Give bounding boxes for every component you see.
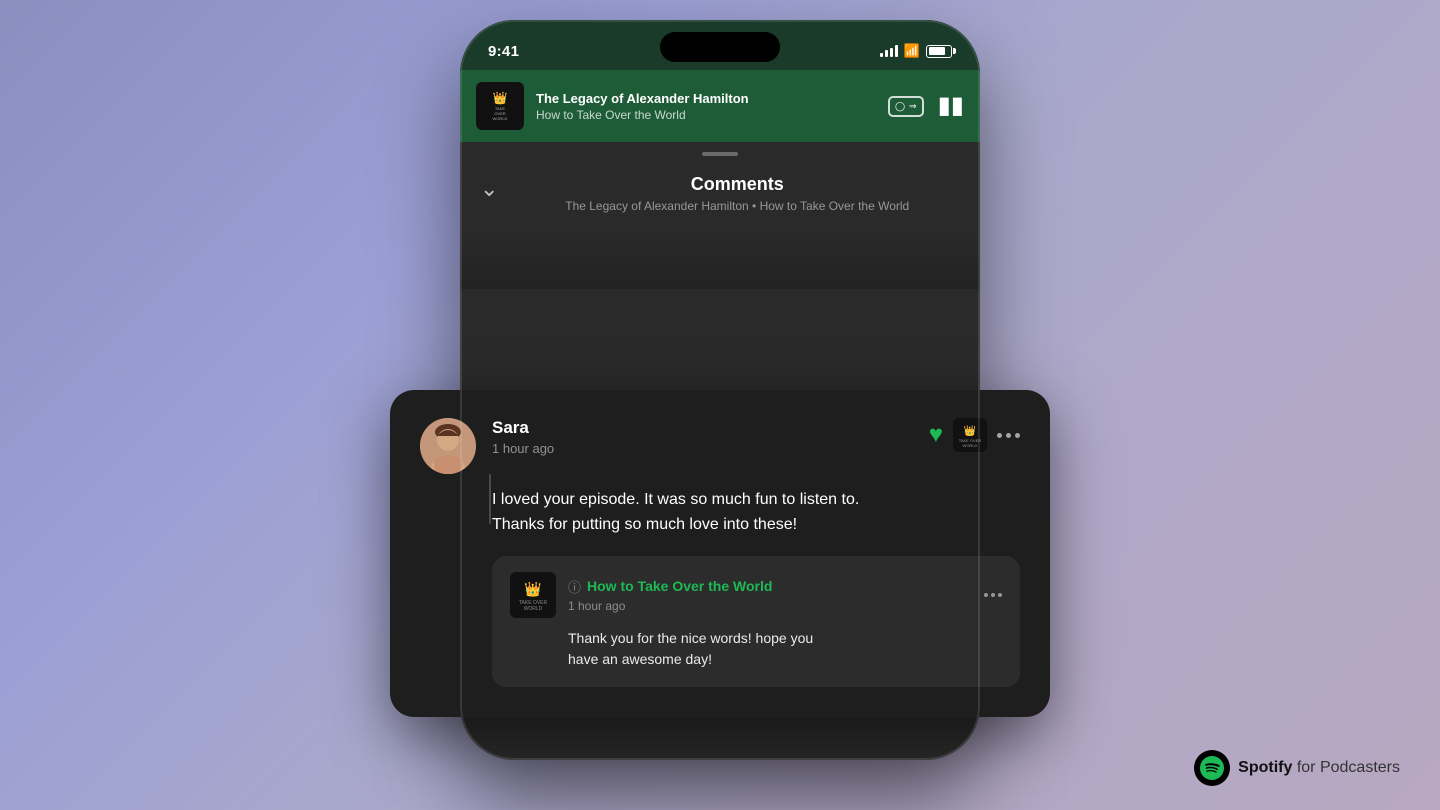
comment-text: I loved your episode. It was so much fun… xyxy=(492,488,1020,538)
svg-text:👑: 👑 xyxy=(524,581,541,598)
back-button[interactable]: ⌄ xyxy=(480,176,498,202)
comments-subtitle: The Legacy of Alexander Hamilton • How t… xyxy=(514,199,960,213)
connect-button[interactable]: ◯ ⇒ xyxy=(888,96,924,117)
now-playing-bar[interactable]: 👑 TAKEOVERWORLD The Legacy of Alexander … xyxy=(460,70,980,142)
comments-header: ⌄ Comments The Legacy of Alexander Hamil… xyxy=(460,166,980,229)
comment-timestamp: 1 hour ago xyxy=(492,441,913,456)
pin-icon: ⓘ xyxy=(568,577,581,596)
thread-line xyxy=(489,474,491,524)
svg-text:WORLD: WORLD xyxy=(524,606,543,612)
now-playing-controls: ◯ ⇒ ▮▮ xyxy=(888,94,964,118)
username: Sara xyxy=(492,418,913,438)
reply-podcast-art: 👑 TAKE OVER WORLD xyxy=(510,572,556,618)
user-meta: Sara 1 hour ago xyxy=(492,418,913,456)
pause-button[interactable]: ▮▮ xyxy=(938,94,964,118)
now-playing-show-title: How to Take Over the World xyxy=(536,108,876,122)
reply-more-options[interactable] xyxy=(984,593,1002,597)
comments-title: Comments xyxy=(514,174,960,195)
reply-text: Thank you for the nice words! hope you h… xyxy=(568,628,1002,671)
reply-block: 👑 TAKE OVER WORLD ⓘ How to Take Over the… xyxy=(492,556,1020,687)
spotify-logo xyxy=(1194,750,1230,786)
status-icons: 📶 xyxy=(880,43,952,59)
more-options-button[interactable] xyxy=(997,433,1020,438)
heart-icon[interactable]: ♥ xyxy=(929,421,943,449)
battery-icon xyxy=(926,45,952,58)
now-playing-info: The Legacy of Alexander Hamilton How to … xyxy=(536,91,876,122)
reply-timestamp: 1 hour ago xyxy=(568,599,972,613)
reply-podcast-name: How to Take Over the World xyxy=(587,578,772,594)
avatar xyxy=(420,418,476,474)
reply-meta: ⓘ How to Take Over the World 1 hour ago xyxy=(568,577,972,613)
notch xyxy=(660,32,780,62)
spotify-branding: Spotify for Podcasters xyxy=(1194,750,1400,786)
comment-header: Sara 1 hour ago ♥ 👑 TAKE OVER WORLD xyxy=(420,418,1020,474)
drag-indicator xyxy=(460,142,980,166)
svg-text:👑: 👑 xyxy=(964,425,976,437)
signal-icon xyxy=(880,45,898,57)
comment-card: Sara 1 hour ago ♥ 👑 TAKE OVER WORLD xyxy=(390,390,1050,717)
reply-header: 👑 TAKE OVER WORLD ⓘ How to Take Over the… xyxy=(510,572,1002,618)
wifi-icon: 📶 xyxy=(904,43,920,59)
status-time: 9:41 xyxy=(488,43,519,60)
branding-text: Spotify for Podcasters xyxy=(1238,759,1400,777)
svg-text:WORLD: WORLD xyxy=(963,443,978,448)
podcast-artwork-mini: 👑 TAKEOVERWORLD xyxy=(476,82,524,130)
podcast-badge: 👑 TAKE OVER WORLD xyxy=(953,418,987,452)
comment-actions: ♥ 👑 TAKE OVER WORLD xyxy=(929,418,1020,452)
now-playing-episode-title: The Legacy of Alexander Hamilton xyxy=(536,91,876,106)
